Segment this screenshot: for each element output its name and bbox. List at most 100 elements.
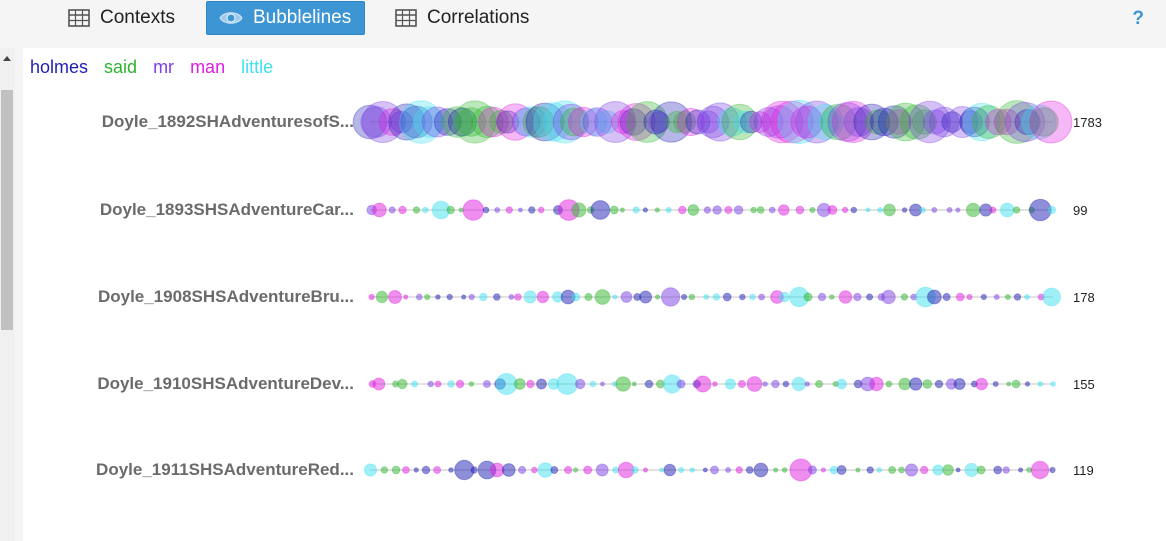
term-bubble[interactable] (946, 207, 953, 213)
term-bubble[interactable] (1042, 287, 1061, 307)
term-bubble[interactable] (584, 292, 593, 302)
term-bubble[interactable] (779, 291, 790, 303)
term-bubble[interactable] (517, 207, 523, 213)
term-bubble[interactable] (1037, 381, 1044, 387)
term-bubble[interactable] (639, 290, 653, 304)
term-bubble[interactable] (931, 207, 938, 213)
term-bubble[interactable] (703, 294, 710, 300)
term-bubble[interactable] (612, 294, 618, 300)
term-bubble[interactable] (1047, 205, 1057, 215)
term-bubble[interactable] (514, 293, 522, 301)
term-bubble[interactable] (865, 207, 871, 213)
term-bubble[interactable] (1049, 466, 1056, 474)
term-bubble[interactable] (827, 205, 838, 215)
term-bubble[interactable] (689, 467, 696, 473)
term-bubble[interactable] (536, 378, 547, 390)
term-bubble[interactable] (620, 291, 633, 303)
term-bubble[interactable] (955, 292, 965, 302)
term-bubble[interactable] (909, 377, 923, 391)
scrollbar-thumb[interactable] (1, 90, 13, 330)
term-bubble[interactable] (571, 292, 581, 302)
term-bubble[interactable] (372, 202, 387, 218)
term-bubble[interactable] (571, 202, 587, 218)
term-bubble[interactable] (1011, 379, 1021, 389)
term-bubble[interactable] (934, 379, 944, 389)
term-bubble[interactable] (590, 200, 611, 220)
term-bubble[interactable] (966, 293, 973, 301)
term-bubble[interactable] (644, 379, 654, 389)
term-bubble[interactable] (632, 206, 640, 214)
term-bubble[interactable] (993, 294, 1000, 300)
term-bubble[interactable] (820, 467, 827, 473)
term-bubble[interactable] (595, 463, 609, 477)
term-bubble[interactable] (448, 467, 454, 473)
document-label[interactable]: Doyle_1893SHSAdventureCar... (100, 200, 354, 219)
term-bubble[interactable] (829, 294, 835, 300)
term-bubble[interactable] (724, 378, 737, 390)
term-bubble[interactable] (773, 467, 779, 473)
document-label[interactable]: Doyle_1911SHSAdventureRed... (96, 460, 354, 479)
term-bubble[interactable] (1006, 381, 1012, 387)
term-bubble[interactable] (508, 294, 515, 300)
term-bubble[interactable] (866, 466, 874, 474)
term-bubble[interactable] (422, 206, 429, 214)
term-bubble[interactable] (642, 467, 649, 473)
term-bubble[interactable] (495, 373, 518, 395)
term-bubble[interactable] (659, 467, 665, 473)
document-label[interactable]: Doyle_1908SHSAdventureBru... (98, 287, 354, 306)
term-bubble[interactable] (583, 465, 593, 475)
term-bubble[interactable] (1012, 206, 1021, 214)
term-bubble[interactable] (594, 289, 611, 305)
help-button[interactable]: ? (1132, 8, 1144, 30)
term-bubble[interactable] (434, 380, 442, 388)
term-bubble[interactable] (877, 207, 884, 213)
term-bubble[interactable] (746, 376, 763, 392)
term-bubble[interactable] (791, 376, 806, 392)
term-bubble[interactable] (898, 466, 906, 474)
term-bubble[interactable] (363, 463, 378, 477)
scroll-up-arrow-icon[interactable] (3, 56, 11, 61)
term-bubble[interactable] (528, 206, 536, 214)
term-bubble[interactable] (901, 207, 908, 213)
term-bubble[interactable] (688, 293, 696, 301)
term-bubble[interactable] (468, 293, 475, 301)
term-bubble[interactable] (455, 379, 465, 389)
term-bubble[interactable] (470, 466, 478, 474)
term-bubble[interactable] (631, 381, 637, 387)
term-bubble[interactable] (749, 293, 756, 301)
term-bubble[interactable] (733, 205, 744, 215)
term-bubble[interactable] (804, 381, 811, 387)
term-bubble[interactable] (850, 206, 858, 214)
term-bubble[interactable] (815, 379, 824, 389)
term-bubble[interactable] (654, 207, 660, 213)
term-bubble[interactable] (461, 294, 467, 300)
term-bubble[interactable] (753, 462, 769, 478)
term-bubble[interactable] (462, 199, 485, 221)
term-bubble[interactable] (435, 294, 441, 300)
term-bubble[interactable] (964, 462, 979, 478)
term-bubble[interactable] (665, 206, 672, 214)
term-bubble[interactable] (745, 466, 754, 474)
term-bubble[interactable] (771, 379, 780, 389)
term-bubble[interactable] (955, 207, 961, 213)
term-bubble[interactable] (980, 293, 987, 301)
term-bubble[interactable] (678, 205, 687, 215)
term-bubble[interactable] (663, 463, 677, 477)
term-bubble[interactable] (888, 466, 897, 474)
term-bubble[interactable] (372, 377, 386, 391)
term-bubble[interactable] (537, 206, 545, 214)
term-bubble[interactable] (413, 467, 419, 473)
term-bubble[interactable] (375, 290, 389, 304)
term-bubble[interactable] (398, 205, 407, 215)
term-bubble[interactable] (782, 380, 790, 388)
term-bubble[interactable] (1029, 100, 1073, 144)
term-bubble[interactable] (795, 205, 805, 215)
term-bubble[interactable] (446, 205, 456, 215)
term-bubble[interactable] (421, 465, 431, 475)
term-bubble[interactable] (922, 379, 933, 389)
term-bubble[interactable] (876, 467, 883, 473)
term-bubble[interactable] (836, 378, 848, 390)
term-bubble[interactable] (898, 377, 912, 391)
term-bubble[interactable] (955, 467, 961, 473)
term-bubble[interactable] (807, 465, 818, 475)
